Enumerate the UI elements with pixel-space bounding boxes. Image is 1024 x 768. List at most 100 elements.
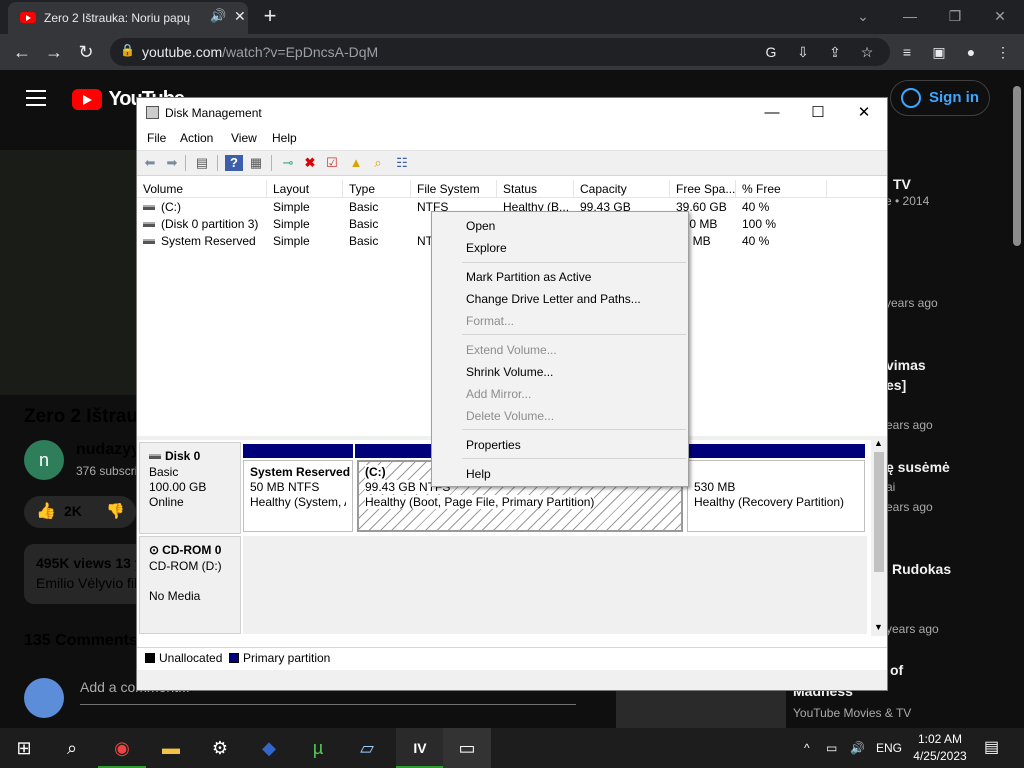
- col-percent-free[interactable]: % Free: [736, 180, 827, 198]
- sidebar-video-text[interactable]: TV: [893, 176, 911, 192]
- sonic-game-icon[interactable]: ◆: [245, 728, 293, 768]
- col-file-system[interactable]: File System: [411, 180, 497, 198]
- notifications-icon[interactable]: ▤: [984, 728, 999, 768]
- network-icon[interactable]: ▭: [826, 728, 837, 768]
- profile-icon[interactable]: ●: [960, 42, 982, 62]
- disk-0-label[interactable]: Disk 0 Basic 100.00 GB Online: [139, 442, 241, 534]
- context-menu-item[interactable]: Change Drive Letter and Paths...: [466, 292, 641, 306]
- lock-icon[interactable]: 🔒: [120, 43, 135, 57]
- thumbs-down-icon[interactable]: 👎: [106, 502, 125, 520]
- legend-bar: Unallocated Primary partition: [137, 647, 887, 669]
- menu-file[interactable]: File: [147, 131, 166, 145]
- tray-chevron-icon[interactable]: ^: [804, 728, 810, 768]
- sidebar-video-text[interactable]: years ago: [886, 622, 939, 636]
- utorrent-icon[interactable]: µ: [294, 728, 342, 768]
- delete-icon[interactable]: ✖: [301, 155, 319, 171]
- system-clock[interactable]: 1:02 AM 4/25/2023: [910, 731, 970, 765]
- col-layout[interactable]: Layout: [267, 180, 343, 198]
- settings-icon[interactable]: ⚙: [196, 728, 244, 768]
- scroll-up-icon[interactable]: ▲: [874, 438, 883, 448]
- reload-button[interactable]: ↻: [74, 40, 98, 64]
- back-button[interactable]: ←: [10, 40, 34, 64]
- hamburger-menu-icon[interactable]: [26, 90, 46, 106]
- scrollbar-thumb[interactable]: [1013, 86, 1021, 246]
- tab-search-icon[interactable]: ⌄: [843, 4, 883, 28]
- context-menu-item[interactable]: Shrink Volume...: [466, 365, 553, 379]
- context-menu-item[interactable]: Explore: [466, 241, 507, 255]
- search-icon[interactable]: ⌕: [48, 728, 96, 768]
- folder-up-icon[interactable]: ▲: [347, 155, 365, 171]
- page-scrollbar[interactable]: [1010, 70, 1024, 728]
- channel-avatar[interactable]: n: [24, 440, 64, 480]
- menu-help[interactable]: Help: [272, 131, 297, 145]
- close-window-button[interactable]: ✕: [980, 4, 1020, 28]
- scroll-down-icon[interactable]: ▼: [874, 622, 883, 632]
- partition-health: Healthy (Recovery Partition): [694, 495, 845, 509]
- file-explorer-icon[interactable]: ▬: [147, 728, 195, 768]
- help-icon[interactable]: ?: [225, 155, 243, 171]
- menu-view[interactable]: View: [231, 131, 257, 145]
- volume-icon[interactable]: 🔊: [850, 728, 865, 768]
- bookmark-star-icon[interactable]: ☆: [856, 42, 878, 62]
- notepad-icon[interactable]: ▱: [343, 728, 391, 768]
- connect-icon[interactable]: ⊸: [279, 155, 297, 171]
- sidebar-video-text[interactable]: Rudokas: [892, 561, 951, 577]
- scrollbar-thumb[interactable]: [874, 452, 884, 572]
- sidebar-video-text[interactable]: of: [890, 662, 903, 678]
- context-menu-item[interactable]: Open: [466, 219, 495, 233]
- windows-start-icon[interactable]: ⊞: [0, 728, 48, 768]
- sidebar-video-text[interactable]: ears ago: [886, 418, 933, 432]
- channel-name[interactable]: nudazyy: [76, 441, 140, 459]
- disk-management-taskbar-icon[interactable]: ▭: [443, 728, 491, 768]
- sidebar-video-text[interactable]: years ago: [885, 296, 938, 310]
- install-app-icon[interactable]: ⇩: [792, 42, 814, 62]
- back-arrow-icon[interactable]: ⬅: [141, 155, 159, 171]
- show-hide-console-icon[interactable]: ▤: [193, 155, 211, 171]
- sign-in-button[interactable]: Sign in: [890, 80, 990, 116]
- context-menu-item[interactable]: Properties: [466, 438, 521, 452]
- context-menu-item[interactable]: Mark Partition as Active: [466, 270, 591, 284]
- new-tab-button[interactable]: +: [258, 4, 282, 28]
- share-icon[interactable]: ⇪: [824, 42, 846, 62]
- speaker-icon[interactable]: 🔊: [210, 8, 226, 24]
- sidebar-video-text[interactable]: vimas: [886, 357, 926, 373]
- col-volume[interactable]: Volume: [137, 180, 267, 198]
- properties-icon[interactable]: ▦: [247, 155, 265, 171]
- chrome-menu-icon[interactable]: ⋮: [992, 42, 1014, 62]
- iv-app-icon[interactable]: IV: [396, 728, 444, 768]
- sidebar-video-text[interactable]: ę susėmė: [886, 459, 950, 475]
- cdrom-0-label[interactable]: ⊙ CD-ROM 0 CD-ROM (D:) No Media: [139, 536, 241, 634]
- partition-recovery[interactable]: 530 MB Healthy (Recovery Partition): [687, 460, 865, 532]
- col-type[interactable]: Type: [343, 180, 411, 198]
- dm-close-button[interactable]: ✕: [841, 100, 887, 126]
- list-view-icon[interactable]: ☷: [393, 155, 411, 171]
- language-indicator[interactable]: ENG: [876, 728, 902, 768]
- menu-action[interactable]: Action: [180, 131, 213, 145]
- sidebar-video-text[interactable]: YouTube Movies & TV: [793, 706, 911, 720]
- volume-list-header: Volume Layout Type File System Status Ca…: [137, 180, 887, 198]
- col-free-space[interactable]: Free Spa...: [670, 180, 736, 198]
- close-tab-icon[interactable]: ✕: [234, 8, 246, 25]
- forward-button[interactable]: →: [42, 40, 66, 64]
- disk-pane-scrollbar[interactable]: ▲ ▼: [871, 438, 887, 636]
- check-icon[interactable]: ☑: [323, 155, 341, 171]
- context-menu-item[interactable]: Help: [466, 467, 491, 481]
- col-capacity[interactable]: Capacity: [574, 180, 670, 198]
- google-icon[interactable]: G: [760, 42, 782, 62]
- side-panel-icon[interactable]: ▣: [928, 42, 950, 62]
- col-status[interactable]: Status: [497, 180, 574, 198]
- minimize-button[interactable]: —: [890, 4, 930, 28]
- sidebar-video-text[interactable]: ears ago: [886, 500, 933, 514]
- sidebar-video-text[interactable]: e • 2014: [885, 194, 929, 208]
- chrome-icon[interactable]: ◉: [98, 728, 146, 768]
- dm-maximize-button[interactable]: ☐: [795, 100, 841, 126]
- forward-arrow-icon[interactable]: ➡: [163, 155, 181, 171]
- dm-minimize-button[interactable]: —: [749, 100, 795, 126]
- partition-system-reserved[interactable]: System Reserved 50 MB NTFS Healthy (Syst…: [243, 460, 353, 532]
- sidebar-video-text[interactable]: es]: [886, 377, 906, 393]
- volume-cell-pct: 40 %: [742, 234, 770, 248]
- browser-tab[interactable]: Zero 2 Ištrauka: Noriu papų 🔊 ✕: [8, 2, 248, 34]
- search-folder-icon[interactable]: ⌕: [369, 155, 387, 171]
- restore-button[interactable]: ❐: [935, 4, 975, 28]
- media-control-icon[interactable]: ≡: [896, 42, 918, 62]
